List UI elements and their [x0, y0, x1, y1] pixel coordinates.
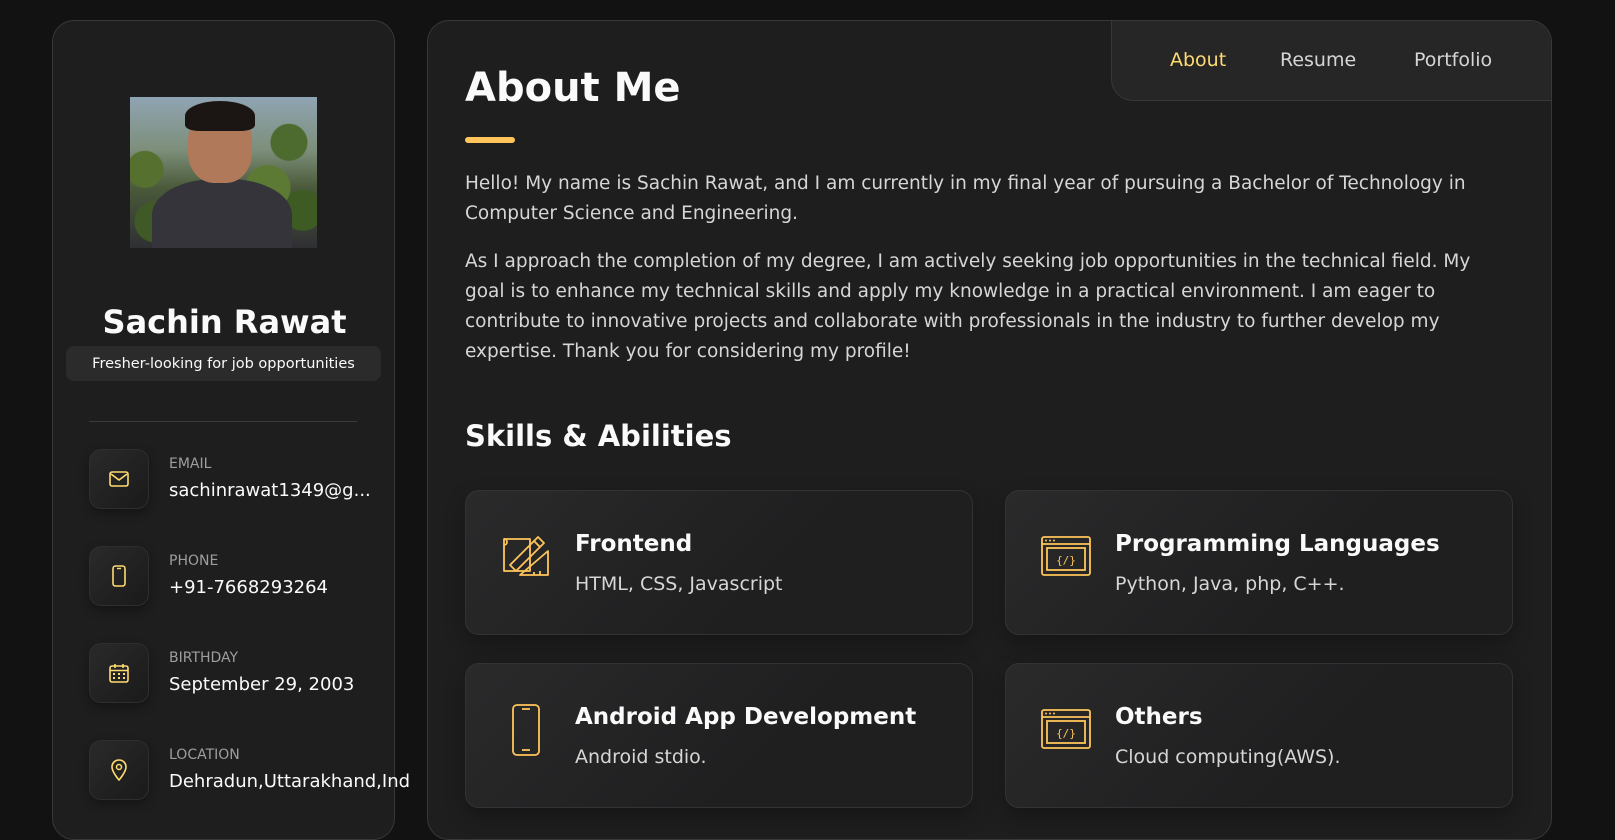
- smartphone-icon: [500, 704, 552, 756]
- location-pin-icon: [89, 740, 149, 800]
- phone-icon: [89, 546, 149, 606]
- sidebar-separator: [89, 421, 357, 422]
- contact-location: LOCATION Dehradun,Uttarakhand,Ind: [89, 740, 410, 800]
- profile-name: Sachin Rawat: [102, 303, 347, 341]
- skill-text: HTML, CSS, Javascript: [575, 573, 783, 595]
- page-title: About Me: [465, 65, 681, 111]
- skills-heading: Skills & Abilities: [465, 419, 732, 453]
- skill-text: Android stdio.: [575, 746, 707, 768]
- skill-text: Python, Java, php, C++.: [1115, 573, 1345, 595]
- contact-phone: PHONE +91-7668293264: [89, 546, 389, 606]
- skill-card-frontend: Frontend HTML, CSS, Javascript: [465, 490, 973, 635]
- profile-avatar: [130, 97, 317, 248]
- skill-card-others: {/} Others Cloud computing(AWS).: [1005, 663, 1513, 808]
- skill-title: Android App Development: [575, 704, 917, 730]
- skill-text: Cloud computing(AWS).: [1115, 746, 1341, 768]
- profile-title-badge: Fresher-looking for job opportunities: [66, 346, 381, 381]
- sidebar: Sachin Rawat Fresher-looking for job opp…: [52, 20, 410, 840]
- mail-icon: [89, 449, 149, 509]
- contact-email: EMAIL sachinrawat1349@g...: [89, 449, 389, 509]
- skill-title: Frontend: [575, 531, 693, 557]
- nav-about[interactable]: About: [1170, 49, 1226, 71]
- contact-label: LOCATION: [169, 747, 240, 763]
- contact-birthday: BIRTHDAY September 29, 2003: [89, 643, 389, 703]
- calendar-icon: [89, 643, 149, 703]
- code-window-icon: {/}: [1040, 531, 1092, 583]
- contact-label: PHONE: [169, 553, 219, 569]
- nav-resume[interactable]: Resume: [1280, 49, 1356, 71]
- code-window-icon: {/}: [1040, 704, 1092, 756]
- skill-title: Others: [1115, 704, 1203, 730]
- about-paragraph-2: As I approach the completion of my degre…: [465, 251, 1471, 362]
- location-value: Dehradun,Uttarakhand,Ind: [169, 771, 411, 792]
- nav-portfolio[interactable]: Portfolio: [1414, 49, 1492, 71]
- birthday-value: September 29, 2003: [169, 674, 355, 695]
- contact-label: EMAIL: [169, 456, 212, 472]
- phone-link[interactable]: +91-7668293264: [169, 577, 328, 598]
- title-underline: [465, 137, 515, 143]
- email-link[interactable]: sachinrawat1349@g...: [169, 480, 371, 501]
- skill-card-android: Android App Development Android stdio.: [465, 663, 973, 808]
- design-tools-icon: [500, 531, 552, 583]
- navbar: About Resume Portfolio: [1111, 21, 1551, 101]
- about-paragraph-1: Hello! My name is Sachin Rawat, and I am…: [465, 173, 1466, 224]
- contact-label: BIRTHDAY: [169, 650, 239, 666]
- skill-card-programming: {/} Programming Languages Python, Java, …: [1005, 490, 1513, 635]
- skill-title: Programming Languages: [1115, 531, 1440, 557]
- svg-text:{/}: {/}: [1056, 554, 1076, 567]
- svg-text:{/}: {/}: [1056, 727, 1076, 740]
- main-panel: About Resume Portfolio About Me Hello! M…: [427, 20, 1552, 840]
